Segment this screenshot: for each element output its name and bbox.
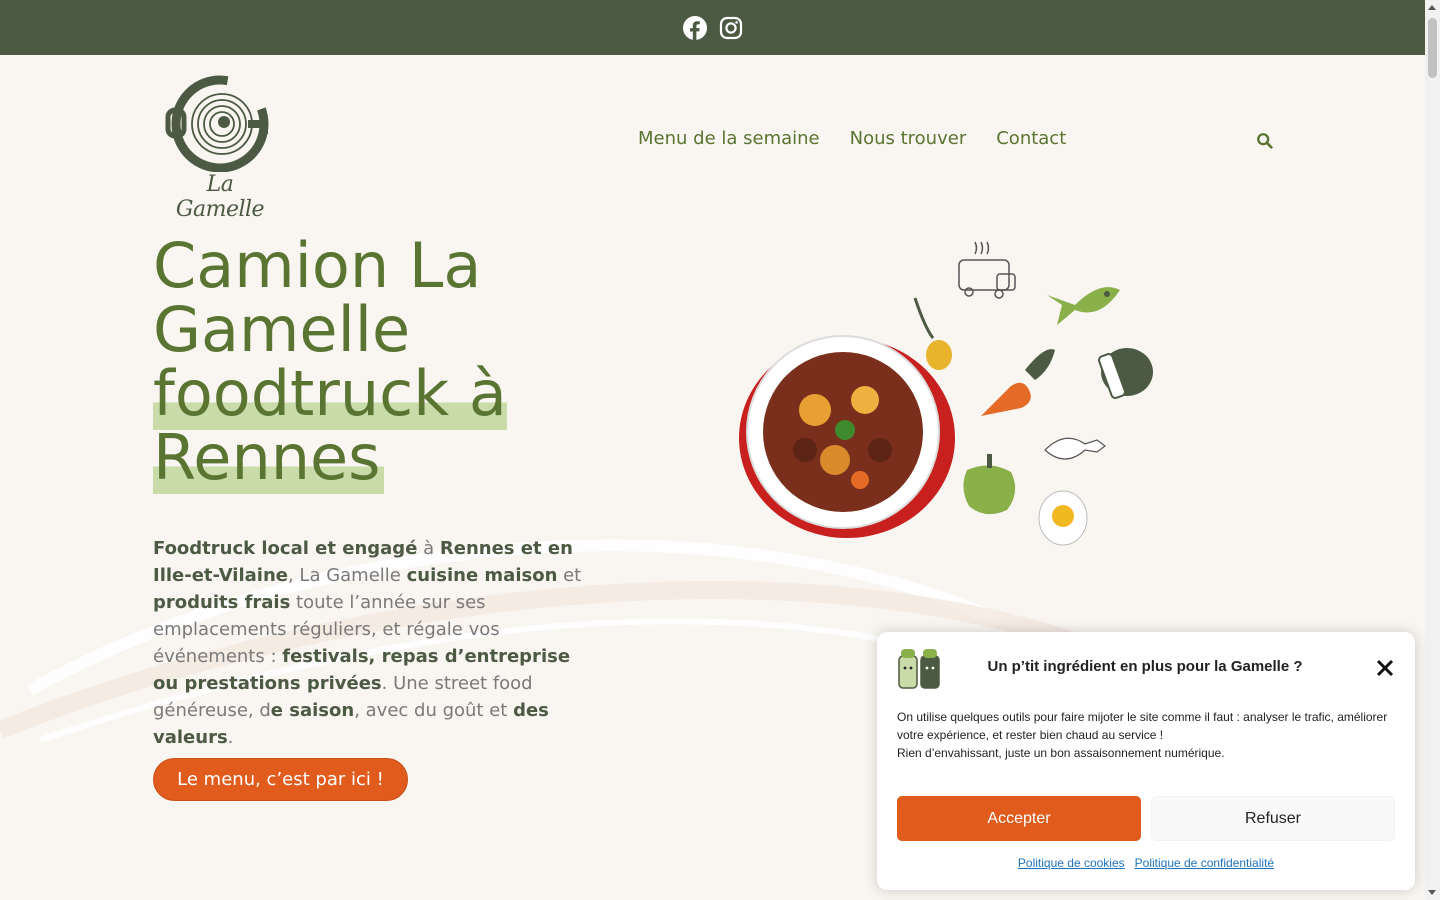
eggplant-doodle bbox=[1098, 348, 1153, 399]
cookie-dialog-title: Un p’tit ingrédient en plus pour la Game… bbox=[987, 658, 1303, 675]
nav-item-menu[interactable]: Menu de la semaine bbox=[638, 128, 820, 149]
carrot-doodle bbox=[981, 349, 1055, 416]
refuse-cookies-button[interactable]: Refuser bbox=[1151, 796, 1395, 841]
instagram-icon[interactable] bbox=[719, 16, 743, 40]
intro-segment: produits frais bbox=[153, 592, 291, 613]
search-icon[interactable] bbox=[1256, 132, 1274, 150]
food-truck-doodle bbox=[958, 241, 1016, 299]
site-logo[interactable]: La Gamelle bbox=[160, 72, 280, 222]
logo-text: La Gamelle bbox=[175, 172, 265, 222]
main-nav: Menu de la semaine Nous trouver Contact bbox=[638, 128, 1066, 149]
intro-segment: . bbox=[227, 727, 234, 748]
nav-item-nous-trouver[interactable]: Nous trouver bbox=[850, 128, 967, 149]
privacy-policy-link[interactable]: Politique de confidentialité bbox=[1135, 856, 1274, 870]
nav-item-contact[interactable]: Contact bbox=[996, 128, 1066, 149]
egg-doodle bbox=[1038, 490, 1088, 546]
cookie-text-line1: On utilise quelques outils pour faire mi… bbox=[897, 710, 1388, 742]
scroll-up-arrow[interactable] bbox=[1428, 5, 1436, 10]
page-scrollbar[interactable] bbox=[1425, 0, 1440, 900]
hero-title: Camion La Gamelle foodtruck à Rennes bbox=[153, 234, 633, 494]
intro-segment: e saison bbox=[270, 700, 355, 721]
chicken-leg-doodle bbox=[1044, 437, 1106, 460]
pepper-doodle bbox=[963, 454, 1016, 515]
menu-cta-button[interactable]: Le menu, c’est par ici ! bbox=[153, 758, 408, 801]
scroll-thumb[interactable] bbox=[1428, 18, 1437, 78]
intro-segment: , La Gamelle bbox=[287, 565, 407, 586]
cookie-policy-link[interactable]: Politique de cookies bbox=[1018, 856, 1125, 870]
accept-cookies-button[interactable]: Accepter bbox=[897, 796, 1141, 841]
intro-segment: , avec du goût et bbox=[354, 700, 514, 721]
intro-segment: à bbox=[417, 538, 440, 559]
hero-intro: Foodtruck local et engagé à Rennes et en… bbox=[153, 535, 598, 751]
onion-doodle bbox=[913, 297, 952, 370]
casserole-dish-image bbox=[739, 335, 955, 538]
hero-title-line1: Camion La Gamelle bbox=[153, 229, 482, 366]
cookie-consent-dialog: Un p’tit ingrédient en plus pour la Game… bbox=[877, 632, 1415, 890]
salt-pepper-mascot-icon bbox=[898, 649, 940, 689]
scroll-down-arrow[interactable] bbox=[1428, 890, 1436, 895]
close-icon[interactable] bbox=[1375, 658, 1395, 678]
intro-segment: Foodtruck local et engagé bbox=[153, 538, 418, 559]
cookie-text-line2: Rien d’envahissant, juste un bon assaiso… bbox=[897, 746, 1225, 760]
intro-segment: et bbox=[557, 565, 582, 586]
top-bar bbox=[0, 0, 1425, 55]
facebook-icon[interactable] bbox=[682, 15, 707, 40]
cookie-dialog-text: On utilise quelques outils pour faire mi… bbox=[897, 708, 1402, 762]
cookie-policy-links: Politique de cookies Politique de confid… bbox=[877, 856, 1415, 870]
hero-title-line2: foodtruck à Rennes bbox=[153, 357, 507, 494]
hero-illustration bbox=[739, 241, 1153, 546]
intro-segment: cuisine maison bbox=[406, 565, 558, 586]
pot-logo-icon bbox=[165, 75, 269, 173]
